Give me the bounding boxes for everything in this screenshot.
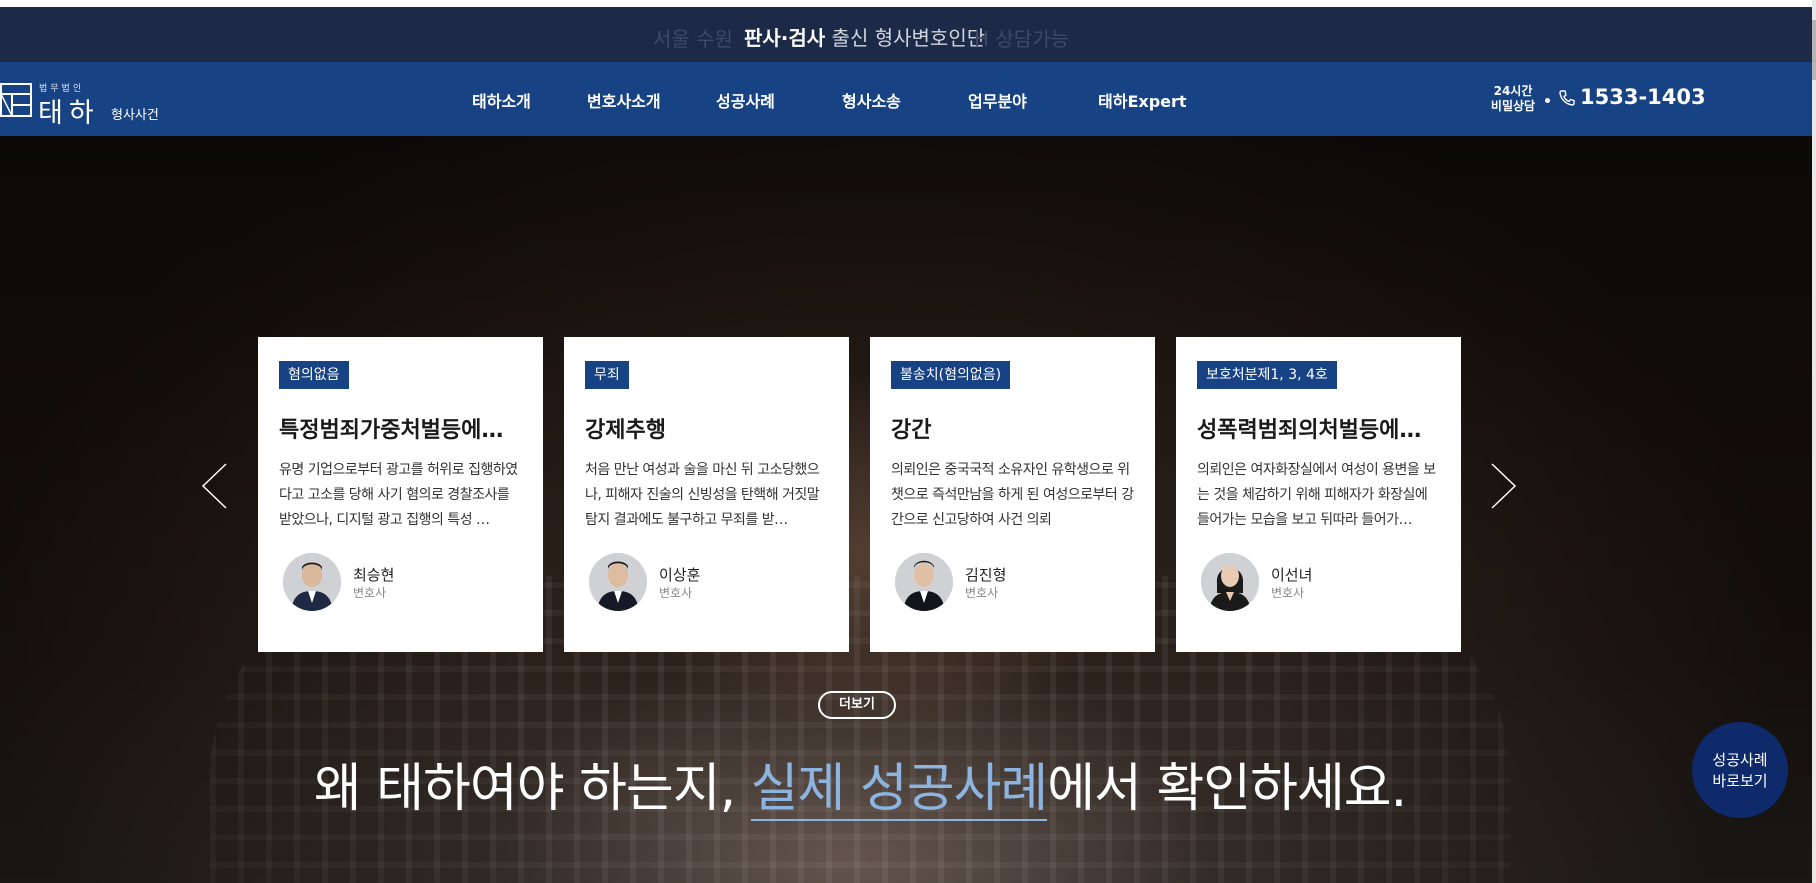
scrollbar[interactable] [1812,0,1816,883]
site-header: 법무법인 태하 형사사건 태하소개 변호사소개 성공사례 형사소송 업무분야 태… [0,62,1812,136]
avatar [283,553,341,611]
lawyer-role: 변호사 [965,586,999,600]
lawyer-photo-icon [1201,553,1259,611]
success-cases-float-button[interactable]: 성공사례 바로보기 [1692,722,1788,818]
notice-ghost-right: H 상담가능 [974,27,1069,51]
hero-section: 혐의없음 특정범죄가중처벌등에… 유명 기업으로부터 광고를 허위로 집행하였다… [0,136,1812,883]
notice-message: 판사·검사 출신 형사변호인단 [744,22,985,51]
lawyer-photo-icon [589,553,647,611]
case-title: 강간 [891,418,932,443]
logo[interactable]: 법무법인 태하 형사사건 [0,77,170,129]
lawyer-role: 변호사 [353,586,387,600]
lawyer-name: 이선녀 [1271,566,1313,584]
case-description: 의뢰인은 중국국적 소유자인 유학생으로 위챗으로 즉석만남을 하게 된 여성으… [891,462,1134,528]
nav-item-success-cases[interactable]: 성공사례 [716,88,775,112]
case-title: 성폭력범죄의처벌등에… [1197,418,1422,443]
case-card[interactable]: 무죄 강제추행 처음 만난 여성과 술을 마신 뒤 고소당했으나, 피해자 진술… [564,337,849,652]
case-title: 강제추행 [585,418,666,443]
lawyer-info: 최승현 변호사 [283,553,523,613]
lawyer-name: 이상훈 [659,566,701,584]
avatar [589,553,647,611]
notice-bar: 서울 수원 판사·검사 출신 형사변호인단 H 상담가능 [0,7,1816,62]
case-result-badge: 혐의없음 [279,361,349,389]
notice-rest: 출신 형사변호인단 [825,26,986,50]
phone-separator-dot [1545,98,1550,103]
lawyer-photo-icon [283,553,341,611]
page: 서울 수원 판사·검사 출신 형사변호인단 H 상담가능 법무법인 태하 형사사… [0,0,1816,883]
notice-bold: 판사·검사 [744,26,826,50]
notice-ghost-left: 서울 수원 [653,27,733,51]
phone-label: 24시간 비밀상담 [1488,84,1538,114]
lawyer-role: 변호사 [1271,586,1305,600]
case-description: 의뢰인은 여자화장실에서 여성이 용변을 보는 것을 체감하기 위해 피해자가 … [1197,462,1436,528]
nav-item-lawyers[interactable]: 변호사소개 [587,88,661,112]
nav-item-criminal-litigation[interactable]: 형사소송 [842,88,901,112]
case-result-badge: 무죄 [585,361,629,389]
nav-item-practice-areas[interactable]: 업무분야 [968,88,1027,112]
lawyer-photo-icon [895,553,953,611]
scrollbar-thumb[interactable] [1812,20,1816,80]
phone-label-line1: 24시간 [1493,84,1533,98]
avatar [895,553,953,611]
lawyer-info: 이상훈 변호사 [589,553,829,613]
case-description: 유명 기업으로부터 광고를 허위로 집행하였다고 고소를 당해 사기 혐의로 경… [279,462,518,528]
case-result-badge: 보호처분제1, 3, 4호 [1197,361,1337,389]
lawyer-info: 김진형 변호사 [895,553,1135,613]
case-card[interactable]: 보호처분제1, 3, 4호 성폭력범죄의처벌등에… 의뢰인은 여자화장실에서 여… [1176,337,1461,652]
headline-highlight[interactable]: 실제 성공사례 [750,759,1048,821]
logo-name: 태하 [38,98,100,129]
lawyer-info: 이선녀 변호사 [1201,553,1441,613]
nav-item-expert[interactable]: 태하Expert [1098,88,1187,112]
more-button[interactable]: 더보기 [818,691,896,719]
case-card[interactable]: 불송치(혐의없음) 강간 의뢰인은 중국국적 소유자인 유학생으로 위챗으로 즉… [870,337,1155,652]
logo-subtitle: 형사사건 [111,108,159,123]
logo-mark-icon [0,83,32,117]
phone-label-line2: 비밀상담 [1490,99,1536,113]
phone-icon [1559,90,1575,106]
case-description: 처음 만난 여성과 술을 마신 뒤 고소당했으나, 피해자 진술의 신빙성을 탄… [585,462,820,528]
case-card[interactable]: 혐의없음 특정범죄가중처벌등에… 유명 기업으로부터 광고를 허위로 집행하였다… [258,337,543,652]
headline-pre: 왜 태하여야 하는지, [313,759,751,819]
float-button-line2: 바로보기 [1712,772,1768,790]
case-title: 특정범죄가중처벌등에… [279,418,504,443]
chevron-right-icon[interactable] [1488,462,1518,510]
float-button-line1: 성공사례 [1712,751,1768,769]
headline-post: 에서 확인하세요. [1047,759,1407,819]
lawyer-name: 최승현 [353,566,395,584]
hero-headline: 왜 태하여야 하는지, 실제 성공사례에서 확인하세요. [0,746,1720,821]
avatar [1201,553,1259,611]
phone-number[interactable]: 1533-1403 [1580,85,1706,109]
nav-item-about[interactable]: 태하소개 [472,88,531,112]
chevron-left-icon[interactable] [200,462,230,510]
case-result-badge: 불송치(혐의없음) [891,361,1011,389]
lawyer-name: 김진형 [965,566,1007,584]
lawyer-role: 변호사 [659,586,693,600]
